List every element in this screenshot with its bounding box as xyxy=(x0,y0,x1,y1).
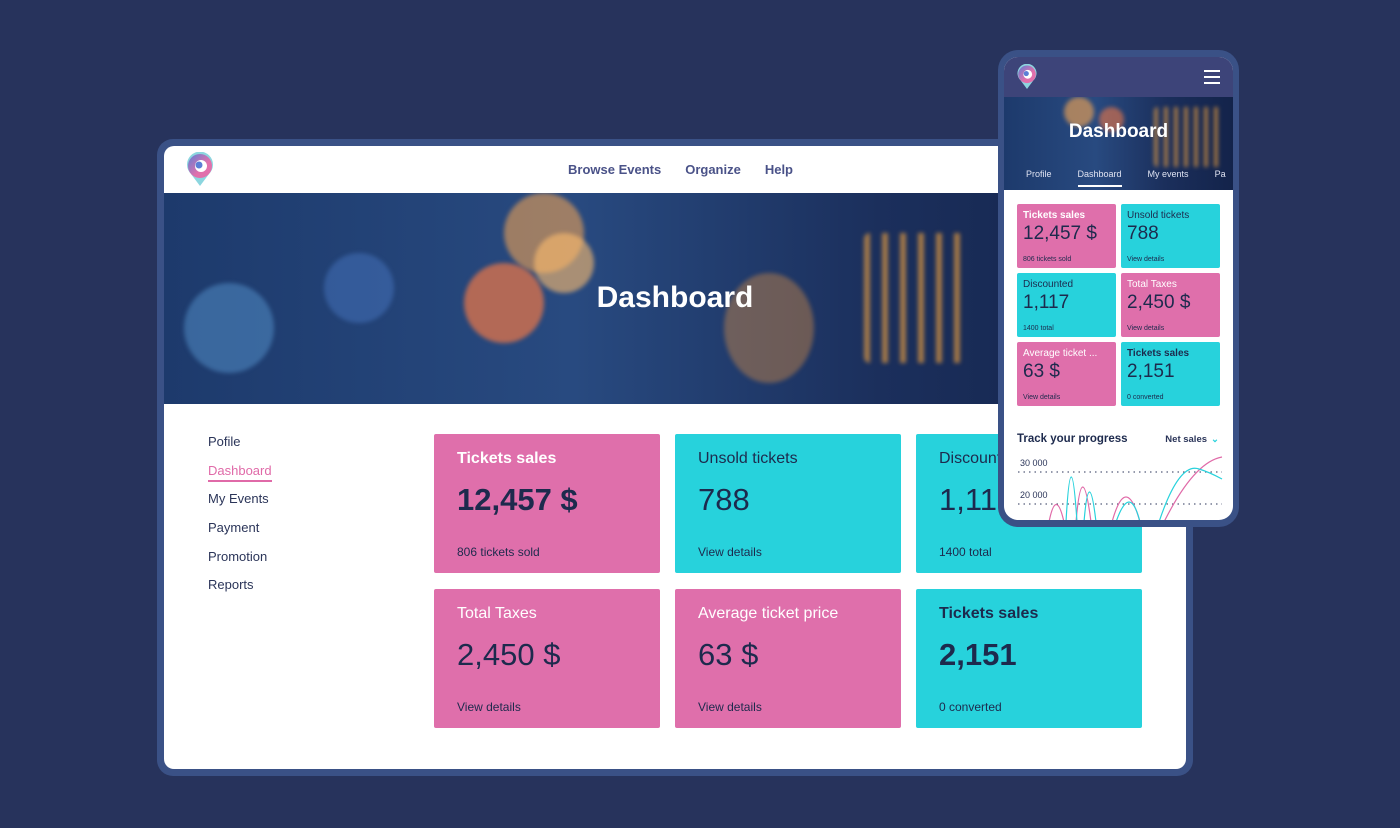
sidebar-item-profile[interactable]: Pofile xyxy=(208,434,272,463)
card-value: 1,117 xyxy=(1023,292,1070,313)
net-sales-select[interactable]: Net sales ⌄ xyxy=(1165,434,1219,445)
mobile-mockup: Dashboard Profile Dashboard My events Pa… xyxy=(998,50,1239,527)
card-title: Total Taxes xyxy=(457,605,537,622)
stat-card[interactable]: Total Taxes 2,450 $ View details xyxy=(1121,273,1220,337)
series-line-pink xyxy=(1048,456,1223,520)
card-value: 12,457 $ xyxy=(457,482,578,517)
progress-chart: 30 000 20 000 xyxy=(1018,456,1223,520)
stat-card[interactable]: Total Taxes 2,450 $ View details xyxy=(434,589,660,728)
card-subtext: 0 converted xyxy=(939,700,1002,714)
mobile-tabs: Profile Dashboard My events Pa xyxy=(1026,169,1233,187)
card-subtext: 1400 total xyxy=(1023,325,1054,332)
logo-icon[interactable] xyxy=(185,152,215,186)
stat-card[interactable]: Tickets sales 2,151 0 converted xyxy=(916,589,1142,728)
card-subtext[interactable]: View details xyxy=(1127,325,1164,332)
card-value: 63 $ xyxy=(698,637,759,672)
card-value: 2,450 $ xyxy=(1127,292,1191,313)
sidebar-item-payment[interactable]: Payment xyxy=(208,520,272,549)
sidebar: Pofile Dashboard My Events Payment Promo… xyxy=(208,434,272,606)
card-title: Average ticket price xyxy=(698,605,839,622)
nav-organize[interactable]: Organize xyxy=(685,162,741,177)
y-tick-label: 20 000 xyxy=(1020,490,1048,500)
card-value: 2,151 xyxy=(939,637,1017,672)
sidebar-item-reports[interactable]: Reports xyxy=(208,577,272,606)
stat-card[interactable]: Tickets sales 12,457 $ 806 tickets sold xyxy=(434,434,660,573)
card-value: 12,457 $ xyxy=(1023,223,1097,244)
card-value: 63 $ xyxy=(1023,361,1060,382)
sidebar-item-dashboard[interactable]: Dashboard xyxy=(208,462,272,492)
tab-profile[interactable]: Profile xyxy=(1026,169,1052,187)
stat-card[interactable]: Average ticket ... 63 $ View details xyxy=(1017,342,1116,406)
card-subtext: 0 converted xyxy=(1127,394,1164,401)
nav-browse-events[interactable]: Browse Events xyxy=(568,162,661,177)
card-subtext[interactable]: View details xyxy=(1023,394,1060,401)
card-subtext: 806 tickets sold xyxy=(1023,256,1072,263)
y-tick-label: 30 000 xyxy=(1020,458,1048,468)
logo-icon[interactable] xyxy=(1016,64,1038,89)
card-subtext[interactable]: View details xyxy=(698,545,762,559)
card-subtext: 1400 total xyxy=(939,545,992,559)
tab-payment[interactable]: Pa xyxy=(1215,169,1226,187)
card-title: Tickets sales xyxy=(457,450,557,467)
tab-dashboard[interactable]: Dashboard xyxy=(1077,169,1122,187)
card-value: 788 xyxy=(1127,223,1159,244)
card-title: Tickets sales xyxy=(1023,210,1086,221)
stat-card[interactable]: Unsold tickets 788 View details xyxy=(1121,204,1220,268)
card-subtext[interactable]: View details xyxy=(698,700,762,714)
progress-title: Track your progress xyxy=(1017,433,1128,445)
card-value: 788 xyxy=(698,482,750,517)
stat-card[interactable]: Average ticket price 63 $ View details xyxy=(675,589,901,728)
card-title: Unsold tickets xyxy=(1127,210,1190,221)
card-value: 2,450 $ xyxy=(457,637,561,672)
card-title: Tickets sales xyxy=(939,605,1039,622)
stat-card[interactable]: Unsold tickets 788 View details xyxy=(675,434,901,573)
sidebar-item-my-events[interactable]: My Events xyxy=(208,491,272,520)
card-title: Unsold tickets xyxy=(698,450,798,467)
card-value: 2,151 xyxy=(1127,361,1175,382)
stat-card[interactable]: Tickets sales 2,151 0 converted xyxy=(1121,342,1220,406)
stat-card[interactable]: Discounted 1,117 1400 total xyxy=(1017,273,1116,337)
tab-my-events[interactable]: My events xyxy=(1148,169,1189,187)
card-title: Discounted xyxy=(1023,279,1074,290)
sidebar-item-promotion[interactable]: Promotion xyxy=(208,549,272,578)
mobile-header xyxy=(1004,57,1233,97)
card-title: Average ticket ... xyxy=(1023,348,1098,359)
nav-help[interactable]: Help xyxy=(765,162,793,177)
stat-card[interactable]: Tickets sales 12,457 $ 806 tickets sold xyxy=(1017,204,1116,268)
top-nav: Browse Events Organize Help xyxy=(568,162,793,177)
hamburger-menu-icon[interactable] xyxy=(1204,70,1220,88)
card-subtext[interactable]: View details xyxy=(1127,256,1164,263)
chevron-down-icon: ⌄ xyxy=(1211,434,1219,445)
mobile-hero-title: Dashboard xyxy=(1068,121,1169,142)
card-title: Total Taxes xyxy=(1127,279,1177,290)
card-subtext[interactable]: View details xyxy=(457,700,521,714)
mobile-hero-banner: Dashboard Profile Dashboard My events Pa xyxy=(1004,97,1233,190)
card-title: Tickets sales xyxy=(1127,348,1190,359)
card-subtext: 806 tickets sold xyxy=(457,545,540,559)
